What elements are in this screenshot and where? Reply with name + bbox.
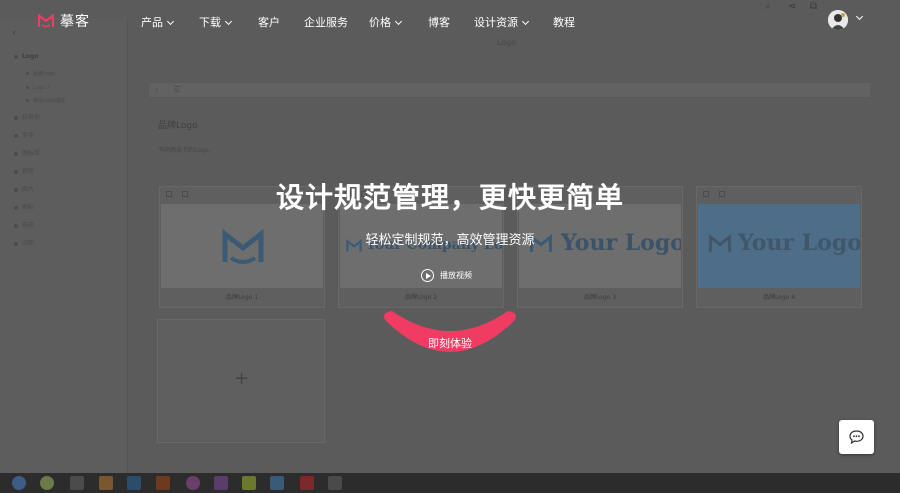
user-avatar-image [828, 10, 848, 30]
app-icon [99, 476, 113, 490]
plus-icon: + [234, 368, 250, 389]
bg-sidebar-item: 等比Logo缩放 [26, 97, 65, 104]
bg-sidebar-item: Logo [14, 53, 38, 60]
app-icon [270, 476, 284, 490]
bg-section-desc: 不同场景下的Logo。 [158, 147, 215, 154]
bg-card-caption: 品牌Logo 1 [225, 294, 259, 301]
bg-sidebar-item: 标准色 [14, 112, 40, 121]
nav-item-enterprise[interactable]: 企业服务 [304, 14, 348, 30]
bg-add-card: + [157, 319, 325, 443]
nav-item-label: 价格 [369, 16, 391, 29]
nav-item-pricing[interactable]: 价格 [369, 14, 403, 30]
chat-bubble-icon [849, 430, 864, 444]
share-icon: ⋖ [788, 1, 797, 12]
app-icon [214, 476, 228, 490]
bg-sidebar-item: 布局 [14, 220, 34, 229]
bg-sidebar-item: Logo 2 [26, 85, 50, 91]
chrome-icon [40, 476, 54, 490]
export-icon: ⧉ [810, 1, 818, 12]
bg-sidebar-item: 图标库 [14, 148, 40, 157]
nav-item-blog[interactable]: 博客 [428, 14, 450, 30]
play-video-button[interactable]: 播放视频 [421, 269, 472, 282]
nav-item-tutorials[interactable]: 教程 [553, 14, 575, 30]
nav-item-design-resources[interactable]: 设计资源 [474, 14, 530, 30]
bg-sidebar-item: 字体 [14, 130, 34, 139]
chevron-down-icon[interactable] [855, 12, 864, 21]
brand[interactable]: 摹客 [38, 11, 90, 31]
bg-toolbar: ‹ ☰ [148, 82, 871, 98]
bg-card-caption: 品牌Logo 2 [404, 294, 438, 301]
app-icon [328, 476, 342, 490]
play-circle-icon [421, 269, 434, 282]
top-navigation: 摹客 产品 下载 客户 企业服务 价格 博客 设计资源 教程 ⌕ ⋖ ⧉ [0, 0, 900, 40]
brand-name: 摹客 [60, 14, 90, 30]
avatar[interactable] [828, 10, 848, 30]
hero-subtitle: 轻松定制规范，高效管理资源 [365, 233, 535, 248]
illustrator-icon [156, 476, 170, 490]
os-taskbar [0, 473, 900, 493]
bg-toolbar-list-icon: ☰ [173, 85, 181, 94]
chevron-down-icon [166, 17, 175, 26]
play-video-label: 播放视频 [440, 271, 472, 280]
photoshop-icon [127, 476, 141, 490]
nav-item-product[interactable]: 产品 [141, 14, 175, 30]
search-icon: ⌕ [765, 1, 771, 12]
app-icon [242, 476, 256, 490]
bg-sidebar-item: 品牌Logo [26, 70, 55, 77]
chevron-down-icon [521, 17, 530, 26]
mockplus-logo-icon [38, 14, 54, 28]
nav-item-download[interactable]: 下载 [199, 14, 233, 30]
start-icon [12, 476, 26, 490]
nav-item-label: 下载 [199, 16, 221, 29]
app-icon [300, 476, 314, 490]
try-now-button[interactable] [380, 305, 520, 357]
chevron-down-icon [224, 17, 233, 26]
bg-sidebar-item: 按钮 [14, 166, 34, 175]
app-icon [186, 476, 200, 490]
app-icon [70, 476, 84, 490]
nav-item-label: 产品 [141, 16, 163, 29]
hero-title: 设计规范管理，更快更简单 [275, 181, 624, 214]
nav-item-label: 设计资源 [474, 16, 518, 29]
bg-section-title: 品牌Logo [158, 121, 198, 131]
chevron-down-icon [394, 17, 403, 26]
bg-toolbar-back-icon: ‹ [155, 85, 159, 94]
chat-button[interactable] [839, 420, 874, 454]
nav-item-customers[interactable]: 客户 [258, 14, 280, 30]
bg-card-caption: 品牌Logo 3 [583, 294, 617, 301]
bg-card-caption: 品牌Logo 4 [762, 294, 796, 301]
